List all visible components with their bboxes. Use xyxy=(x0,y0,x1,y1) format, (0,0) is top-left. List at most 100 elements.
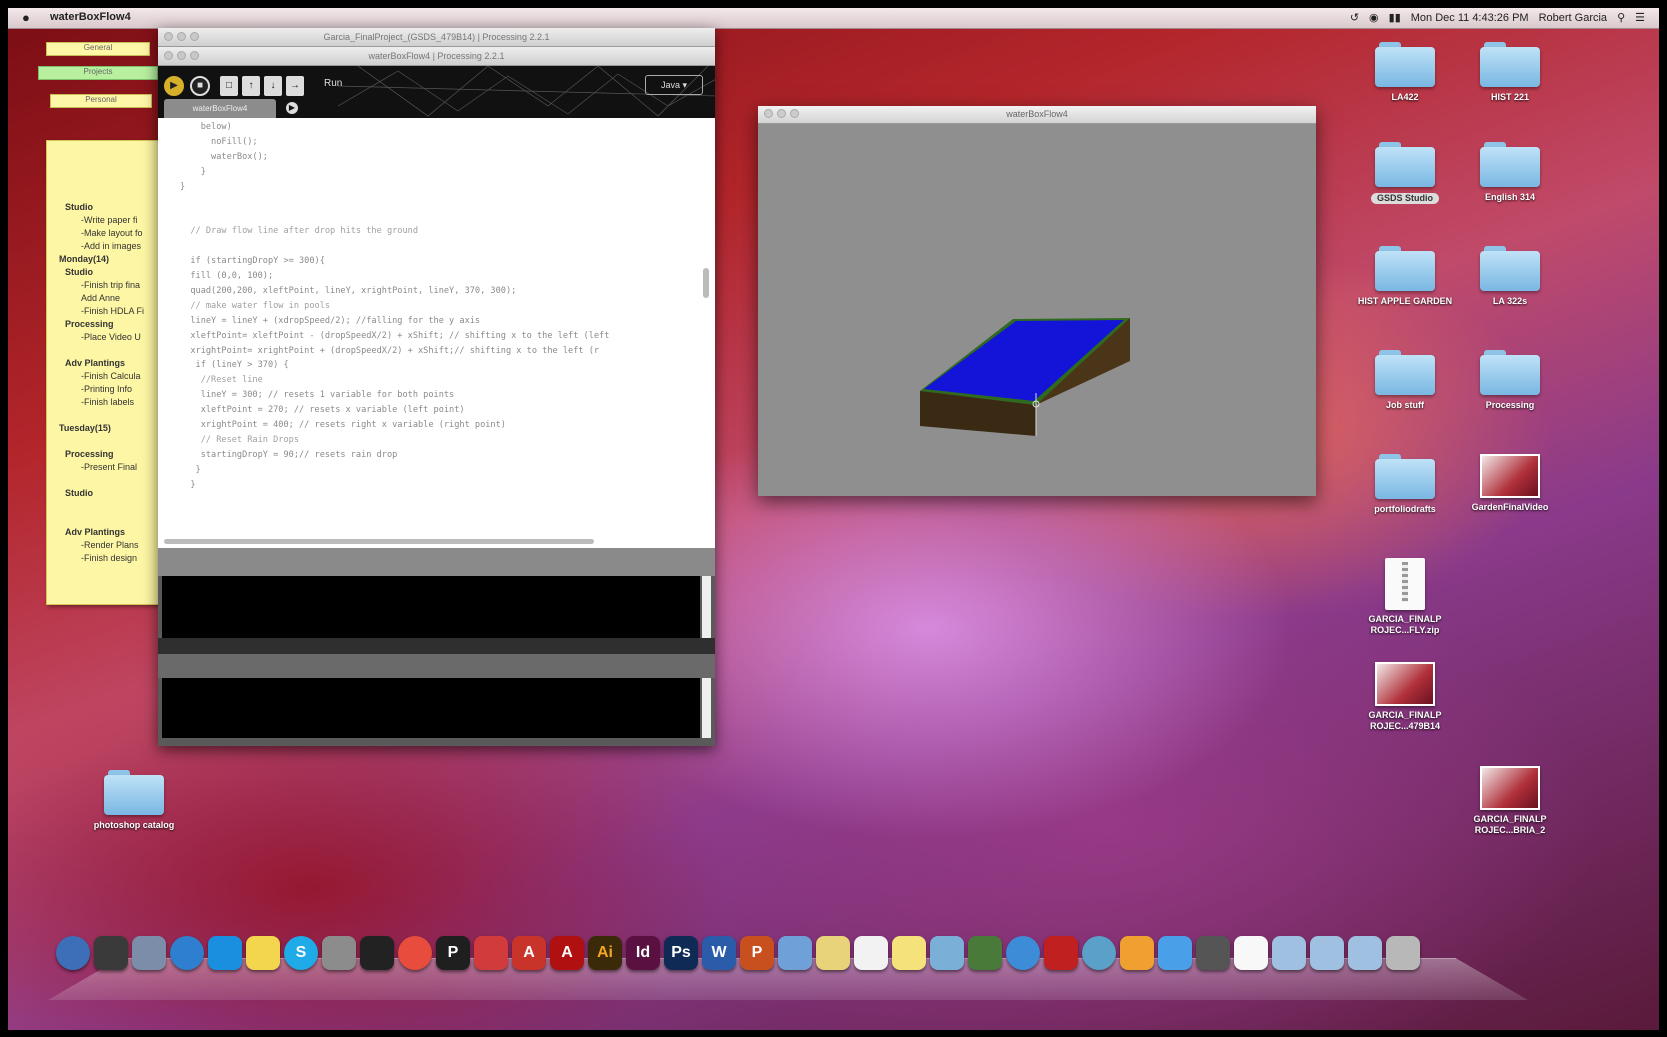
console-scrollbar[interactable] xyxy=(702,576,711,638)
app-store-icon[interactable] xyxy=(208,936,242,970)
sketch-tab[interactable]: waterBoxFlow4 xyxy=(164,99,276,118)
processing-icon[interactable]: P xyxy=(436,936,470,970)
calendar-icon[interactable] xyxy=(854,936,888,970)
mail-icon[interactable] xyxy=(132,936,166,970)
code-editor[interactable]: below) noFill(); waterBox(); }} // Draw … xyxy=(158,118,715,548)
sticky-line: Tuesday(15) xyxy=(59,423,111,433)
processing-editor-window: Garcia_FinalProject_(GSDS_479B14) | Proc… xyxy=(158,28,715,746)
console-output-2[interactable] xyxy=(162,678,700,738)
sketch-title-bar[interactable]: waterBoxFlow4 xyxy=(758,106,1316,124)
sticky-tab-general[interactable]: General xyxy=(46,42,150,56)
new-button[interactable]: □ xyxy=(220,76,238,96)
horizontal-scrollbar[interactable] xyxy=(164,539,594,544)
user-name[interactable]: Robert Garcia xyxy=(1539,12,1607,24)
desktop-icon[interactable]: GSDS Studio xyxy=(1355,142,1455,206)
stickies2-icon[interactable] xyxy=(892,936,926,970)
desktop-icon[interactable]: Processing xyxy=(1460,350,1560,411)
console-output[interactable] xyxy=(162,576,700,638)
word-icon[interactable]: W xyxy=(702,936,736,970)
close-icon[interactable] xyxy=(164,51,173,60)
desktop-icon[interactable]: GARCIA_FINALP ROJEC...FLY.zip xyxy=(1355,558,1455,636)
textedit-icon[interactable] xyxy=(1234,936,1268,970)
console-scrollbar-2[interactable] xyxy=(702,678,711,738)
preview-icon[interactable] xyxy=(778,936,812,970)
code-line: } xyxy=(180,479,196,490)
save-button[interactable]: ↓ xyxy=(264,76,282,96)
photoshop-icon[interactable]: Ps xyxy=(664,936,698,970)
folder-icon[interactable] xyxy=(1348,936,1382,970)
apple-menu-icon[interactable]: ● xyxy=(22,10,30,25)
export-button[interactable]: → xyxy=(286,76,304,96)
close-icon[interactable] xyxy=(164,32,173,41)
notes-icon[interactable] xyxy=(816,936,850,970)
powerpoint-icon[interactable]: P xyxy=(740,936,774,970)
sticky-line: -Finish Calcula xyxy=(81,371,141,381)
ichat-icon[interactable] xyxy=(1120,936,1154,970)
clock[interactable]: Mon Dec 11 4:43:26 PM xyxy=(1411,12,1529,24)
code-line: } xyxy=(180,181,186,192)
stop-button[interactable]: ■ xyxy=(190,76,210,96)
close-icon[interactable] xyxy=(764,109,773,118)
mode-selector[interactable]: Java ▾ xyxy=(645,75,703,95)
minimize-icon[interactable] xyxy=(777,109,786,118)
acrobat-icon[interactable]: A xyxy=(550,936,584,970)
desktop-icon[interactable]: GARCIA_FINALP ROJEC...479B14 xyxy=(1355,662,1455,732)
desktop-icon[interactable]: English 314 xyxy=(1460,142,1560,203)
sticky-line xyxy=(59,344,161,357)
facetime-icon[interactable] xyxy=(968,936,1002,970)
desktop-icon[interactable]: portfoliodrafts xyxy=(1355,454,1455,515)
skype-icon[interactable]: S xyxy=(284,936,318,970)
editor-title-bar[interactable]: waterBoxFlow4 | Processing 2.2.1 xyxy=(158,47,715,66)
illustrator-icon[interactable]: Ai xyxy=(588,936,622,970)
documents-icon[interactable] xyxy=(1310,936,1344,970)
desktop-icon[interactable]: HIST 221 xyxy=(1460,42,1560,103)
open-button[interactable]: ↑ xyxy=(242,76,260,96)
system-prefs-icon[interactable] xyxy=(322,936,356,970)
screens-icon[interactable] xyxy=(1196,936,1230,970)
sticky-note[interactable]: Studio -Write paper fi -Make layout fo -Add… xyxy=(46,140,166,605)
sketchup-icon[interactable] xyxy=(474,936,508,970)
desktop-icon[interactable]: photoshop catalog xyxy=(84,770,184,831)
flash-icon[interactable] xyxy=(1044,936,1078,970)
spotlight-icon[interactable]: ⚲ xyxy=(1617,11,1625,24)
wifi-icon[interactable]: ◉ xyxy=(1369,11,1379,24)
terminal-icon[interactable] xyxy=(360,936,394,970)
desktop-icon[interactable]: LA422 xyxy=(1355,42,1455,103)
chrome-icon[interactable] xyxy=(398,936,432,970)
itunes-icon[interactable] xyxy=(1006,936,1040,970)
minimize-icon[interactable] xyxy=(177,32,186,41)
tab-menu-icon[interactable]: ▶ xyxy=(286,102,298,114)
finder-icon[interactable] xyxy=(56,936,90,970)
vertical-scrollbar[interactable] xyxy=(703,268,709,298)
downloads-icon[interactable] xyxy=(1272,936,1306,970)
zoom-icon[interactable] xyxy=(190,51,199,60)
photos-icon[interactable] xyxy=(930,936,964,970)
desktop-icon[interactable]: LA 322s xyxy=(1460,246,1560,307)
second-editor-bar xyxy=(158,654,715,678)
app-icon[interactable] xyxy=(1158,936,1192,970)
desktop-icon[interactable]: GardenFinalVideo xyxy=(1460,454,1560,513)
sticky-tab-projects[interactable]: Projects xyxy=(38,66,158,80)
desktop-icon[interactable]: GARCIA_FINALP ROJEC...BRIA_2 xyxy=(1460,766,1560,836)
stickies-icon[interactable] xyxy=(246,936,280,970)
indesign-icon[interactable]: Id xyxy=(626,936,660,970)
app-name-menu[interactable]: waterBoxFlow4 xyxy=(50,11,131,23)
trash-icon[interactable] xyxy=(1386,936,1420,970)
sync-icon[interactable]: ↺ xyxy=(1350,11,1359,24)
sticky-tab-personal[interactable]: Personal xyxy=(50,94,152,108)
desktop-icon[interactable]: Job stuff xyxy=(1355,350,1455,411)
dashboard-icon[interactable] xyxy=(94,936,128,970)
minimize-icon[interactable] xyxy=(177,51,186,60)
battery-icon[interactable]: ▮▮ xyxy=(1389,11,1401,24)
notification-icon[interactable]: ☰ xyxy=(1635,11,1645,24)
zoom-icon[interactable] xyxy=(790,109,799,118)
run-button[interactable]: ▶ xyxy=(164,76,184,96)
safari-icon[interactable] xyxy=(170,936,204,970)
desktop-icon-label: LA422 xyxy=(1391,92,1419,102)
maps-icon[interactable] xyxy=(1082,936,1116,970)
zoom-icon[interactable] xyxy=(190,32,199,41)
editor-title-bar-back[interactable]: Garcia_FinalProject_(GSDS_479B14) | Proc… xyxy=(158,28,715,47)
autocad-icon[interactable]: A xyxy=(512,936,546,970)
sketch-canvas[interactable] xyxy=(758,123,1316,496)
desktop-icon[interactable]: HIST APPLE GARDEN xyxy=(1355,246,1455,307)
